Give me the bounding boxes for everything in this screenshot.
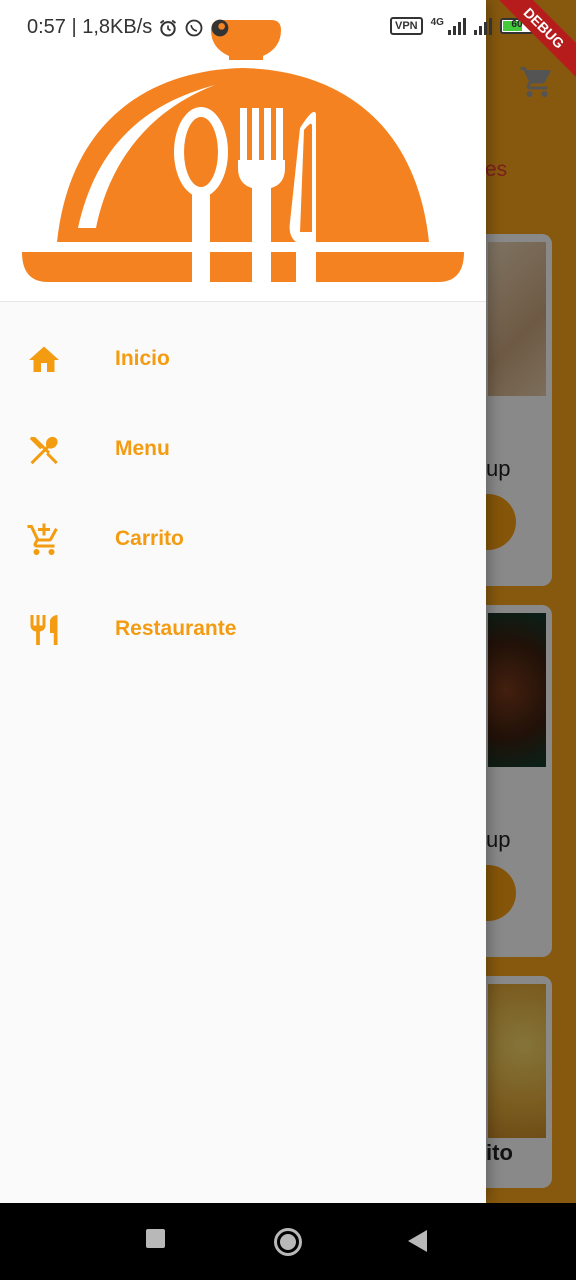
status-bar: 0:57 | 1,8KB/s VPN 4G 60 [0,0,576,56]
status-right: VPN 4G 60 [390,17,534,35]
drawer-menu: Inicio Menu Carrito Restaurante [0,315,486,675]
back-button[interactable] [408,1230,427,1252]
system-nav-bar [0,1203,576,1280]
drawer-item-carrito[interactable]: Carrito [0,495,486,585]
spoon-fork-icon [29,436,58,465]
drawer-item-restaurante[interactable]: Restaurante [0,585,486,675]
drawer-item-inicio[interactable]: Inicio [0,315,486,405]
signal-icon [473,17,492,35]
status-left: 0:57 | 1,8KB/s [27,16,230,39]
cart-add-icon [27,523,58,555]
network-type: 4G [430,17,444,28]
app-notification-icon [211,19,229,36]
drawer-item-label: Menu [115,437,170,460]
drawer-item-menu[interactable]: Menu [0,405,486,495]
home-icon [29,346,59,372]
status-time: 0:57 | 1,8KB/s [27,16,153,38]
vpn-indicator: VPN [390,17,423,35]
navigation-drawer: Inicio Menu Carrito Restaurante [0,0,486,1203]
home-button[interactable] [274,1228,302,1256]
alarm-icon [160,19,177,36]
signal-4g-icon: 4G [431,17,466,35]
drawer-item-label: Carrito [115,527,184,550]
drawer-item-label: Restaurante [115,617,237,640]
restaurant-icon [30,615,58,645]
recents-button[interactable] [146,1229,165,1248]
whatsapp-icon [185,19,203,36]
drawer-item-label: Inicio [115,347,170,370]
